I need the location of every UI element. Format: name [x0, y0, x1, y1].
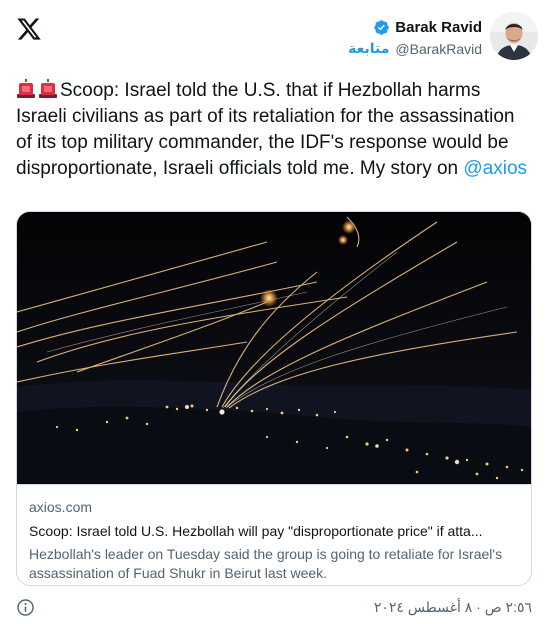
tweet-body: Scoop: Israel told the U.S. that if Hezb…: [16, 80, 515, 179]
card-title[interactable]: Scoop: Israel told U.S. Hezbollah will p…: [29, 522, 519, 540]
card-image[interactable]: [17, 212, 531, 484]
info-icon[interactable]: [16, 598, 35, 617]
user-handle[interactable]: @BarakRavid: [395, 41, 482, 57]
siren-icon: [39, 79, 57, 98]
siren-icon: [17, 79, 35, 98]
author-block: Barak Ravid متابعة @BarakRavid: [348, 12, 482, 57]
tweet-timestamp[interactable]: ٢:٥٦ ص · ٨ أغسطس ٢٠٢٤: [374, 599, 532, 616]
tweet-text: Scoop: Israel told the U.S. that if Hezb…: [16, 78, 532, 182]
tweet-footer: ٢:٥٦ ص · ٨ أغسطس ٢٠٢٤: [16, 598, 532, 618]
card-description: Hezbollah's leader on Tuesday said the g…: [29, 546, 503, 581]
sub-row: متابعة @BarakRavid: [348, 40, 482, 57]
card-domain: axios.com: [29, 499, 93, 515]
verified-badge-icon[interactable]: [373, 19, 390, 36]
avatar-image: [490, 12, 538, 60]
night-sky-interceptors-image: [17, 212, 531, 484]
name-row: Barak Ravid: [373, 19, 482, 36]
tweet-header: Barak Ravid متابعة @BarakRavid: [348, 12, 538, 60]
card-body[interactable]: axios.com Scoop: Israel told U.S. Hezbol…: [17, 484, 531, 583]
x-logo-icon[interactable]: [16, 16, 42, 42]
mention-link[interactable]: @axios: [463, 158, 527, 179]
link-card[interactable]: axios.com Scoop: Israel told U.S. Hezbol…: [16, 211, 532, 586]
follow-button[interactable]: متابعة: [348, 40, 389, 57]
display-name[interactable]: Barak Ravid: [395, 19, 482, 36]
avatar[interactable]: [490, 12, 538, 60]
